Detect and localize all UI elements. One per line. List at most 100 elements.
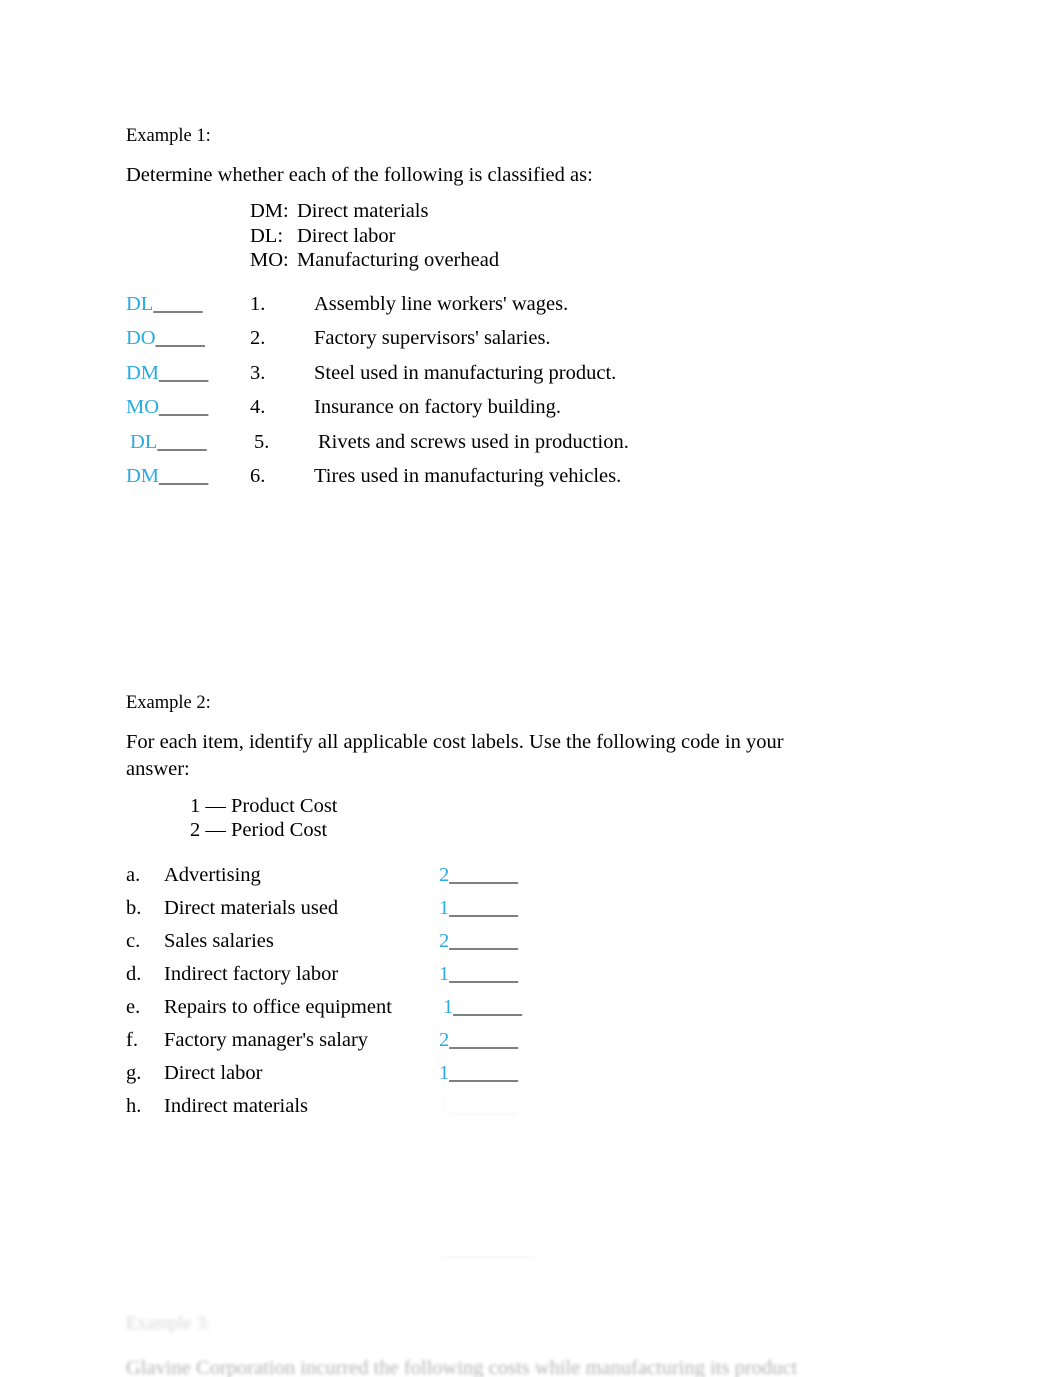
item-description: Steel used in manufacturing product. xyxy=(314,361,617,384)
answer-value: DL xyxy=(126,292,154,315)
answer-blank[interactable]: DO_____ xyxy=(126,327,250,350)
answer-blank[interactable]: DL_____ xyxy=(126,431,254,454)
item-number: 5. xyxy=(254,430,270,453)
list-item: h. Indirect materials 1_______ xyxy=(126,1095,946,1128)
item-description: Repairs to office equipment xyxy=(164,995,392,1018)
answer-value: 2 xyxy=(439,929,450,952)
list-item: g. Direct labor 1_______ xyxy=(126,1062,946,1095)
answer-value: DM xyxy=(126,465,160,487)
legend-text: Direct materials xyxy=(297,200,429,222)
blank-rule: _____ xyxy=(155,327,205,349)
item-letter: h. xyxy=(126,1094,142,1117)
list-item: d. Indirect factory labor 1_______ xyxy=(126,963,946,996)
item-description: Rivets and screws used in production. xyxy=(318,430,629,453)
list-item: MO_____ 4. Insurance on factory building… xyxy=(126,396,946,431)
legend-row: 1 — Product Cost xyxy=(190,794,338,817)
legend-text: Direct labor xyxy=(297,224,396,247)
example-1-legend: DM: Direct materials DL: Direct labor MO… xyxy=(250,199,946,273)
answer-blank[interactable]: 2_______ xyxy=(439,864,518,887)
item-description: Direct materials used xyxy=(164,896,339,919)
blank-rule: _______ xyxy=(453,995,522,1018)
blank-rule: _______ xyxy=(449,896,518,919)
item-letter: g. xyxy=(126,1061,142,1084)
answer-blank[interactable]: 2_______ xyxy=(439,1029,518,1052)
blank-rule: _____ xyxy=(159,361,208,384)
blank-rule: _______ xyxy=(449,929,518,952)
item-description: Indirect factory labor xyxy=(164,962,339,985)
answer-value: 1 xyxy=(443,995,454,1018)
answer-value: DM xyxy=(126,361,160,384)
item-description: Sales salaries xyxy=(164,929,274,952)
blank-rule: _______ xyxy=(449,1094,518,1117)
item-description: Insurance on factory building. xyxy=(314,396,562,418)
item-letter: b. xyxy=(126,896,142,919)
answer-value: 2 xyxy=(439,1028,450,1051)
answer-blank[interactable]: DM_____ xyxy=(126,362,250,385)
document-page: Example 1: Determine whether each of the… xyxy=(0,0,1062,1377)
list-item: DL_____ 5. Rivets and screws used in pro… xyxy=(126,431,946,466)
answer-value: 1 xyxy=(439,1094,450,1117)
item-description: Factory manager's salary xyxy=(164,1028,369,1051)
answer-blank[interactable]: MO_____ xyxy=(126,396,250,419)
answer-blank[interactable]: DM_____ xyxy=(126,465,250,488)
blank-rule: _______ xyxy=(449,962,518,985)
legend-row: DM: Direct materials xyxy=(250,199,946,224)
item-letter: c. xyxy=(126,929,141,952)
page-content: Example 1: Determine whether each of the… xyxy=(126,124,946,1128)
item-letter: d. xyxy=(126,962,142,985)
example-1-heading: Example 1: xyxy=(126,126,211,146)
example-2-heading: Example 2: xyxy=(126,692,211,713)
example-3-section: Example 3: Glavine Corporation incurred … xyxy=(126,1312,976,1377)
list-item: a. Advertising 2_______ xyxy=(126,864,946,897)
item-number: 2. xyxy=(250,327,266,349)
item-description: Direct labor xyxy=(164,1061,263,1084)
example-1-instruction: Determine whether each of the following … xyxy=(126,164,593,186)
example-3-instruction: Glavine Corporation incurred the followi… xyxy=(126,1357,798,1377)
list-item: DL_____ 1. Assembly line workers' wages. xyxy=(126,293,946,328)
example-2-legend: 1 — Product Cost 2 — Period Cost xyxy=(190,794,946,842)
item-letter: a. xyxy=(126,863,141,886)
blank-rule: _______ xyxy=(449,863,518,886)
answer-value: DO xyxy=(126,327,156,349)
item-description: Factory supervisors' salaries. xyxy=(314,327,551,349)
list-item: b. Direct materials used 1_______ xyxy=(126,897,946,930)
answer-blank[interactable]: 1_______ xyxy=(439,963,518,986)
example-3-heading: Example 3: xyxy=(126,1314,211,1334)
blank-rule: _____ xyxy=(157,430,207,453)
blank-rule: _____ xyxy=(153,292,203,315)
answer-value: MO xyxy=(126,396,160,418)
legend-code: DM: xyxy=(250,200,289,222)
answer-value: 2 xyxy=(439,863,450,886)
example-2-instruction: For each item, identify all applicable c… xyxy=(126,730,784,780)
answer-value: 1 xyxy=(439,1061,450,1084)
blank-rule: _____ xyxy=(159,396,208,418)
example-2-item-list: a. Advertising 2_______ b. Direct materi… xyxy=(126,864,946,1128)
answer-value: 1 xyxy=(439,962,450,985)
answer-blank[interactable]: 1_______ xyxy=(439,897,518,920)
item-description: Tires used in manufacturing vehicles. xyxy=(314,465,622,487)
item-number: 1. xyxy=(250,292,266,315)
answer-blank[interactable]: 1_______ xyxy=(439,1095,518,1118)
item-description: Indirect materials xyxy=(164,1094,309,1117)
answer-blank[interactable]: 1_______ xyxy=(439,996,522,1019)
example-1-item-list: DL_____ 1. Assembly line workers' wages.… xyxy=(126,293,946,500)
legend-row: 2 — Period Cost xyxy=(190,818,328,841)
answer-blank[interactable]: 1_______ xyxy=(439,1062,518,1085)
legend-row: DL: Direct labor xyxy=(250,224,946,249)
legend-code: DL: xyxy=(250,224,284,247)
legend-code: MO: xyxy=(250,249,289,271)
blank-rule: _______ xyxy=(449,1028,518,1051)
item-description: Advertising xyxy=(164,863,261,886)
item-description: Assembly line workers' wages. xyxy=(314,292,569,315)
list-item: DM_____ 3. Steel used in manufacturing p… xyxy=(126,362,946,397)
answer-value: DL xyxy=(130,430,158,453)
faint-divider xyxy=(440,1256,536,1258)
list-item: DM_____ 6. Tires used in manufacturing v… xyxy=(126,465,946,500)
list-item: e. Repairs to office equipment 1_______ xyxy=(126,996,946,1029)
item-number: 6. xyxy=(250,465,266,487)
answer-blank[interactable]: 2_______ xyxy=(439,930,518,953)
answer-blank[interactable]: DL_____ xyxy=(126,293,250,316)
list-item: c. Sales salaries 2_______ xyxy=(126,930,946,963)
item-number: 3. xyxy=(250,361,266,384)
blank-rule: _______ xyxy=(449,1061,518,1084)
